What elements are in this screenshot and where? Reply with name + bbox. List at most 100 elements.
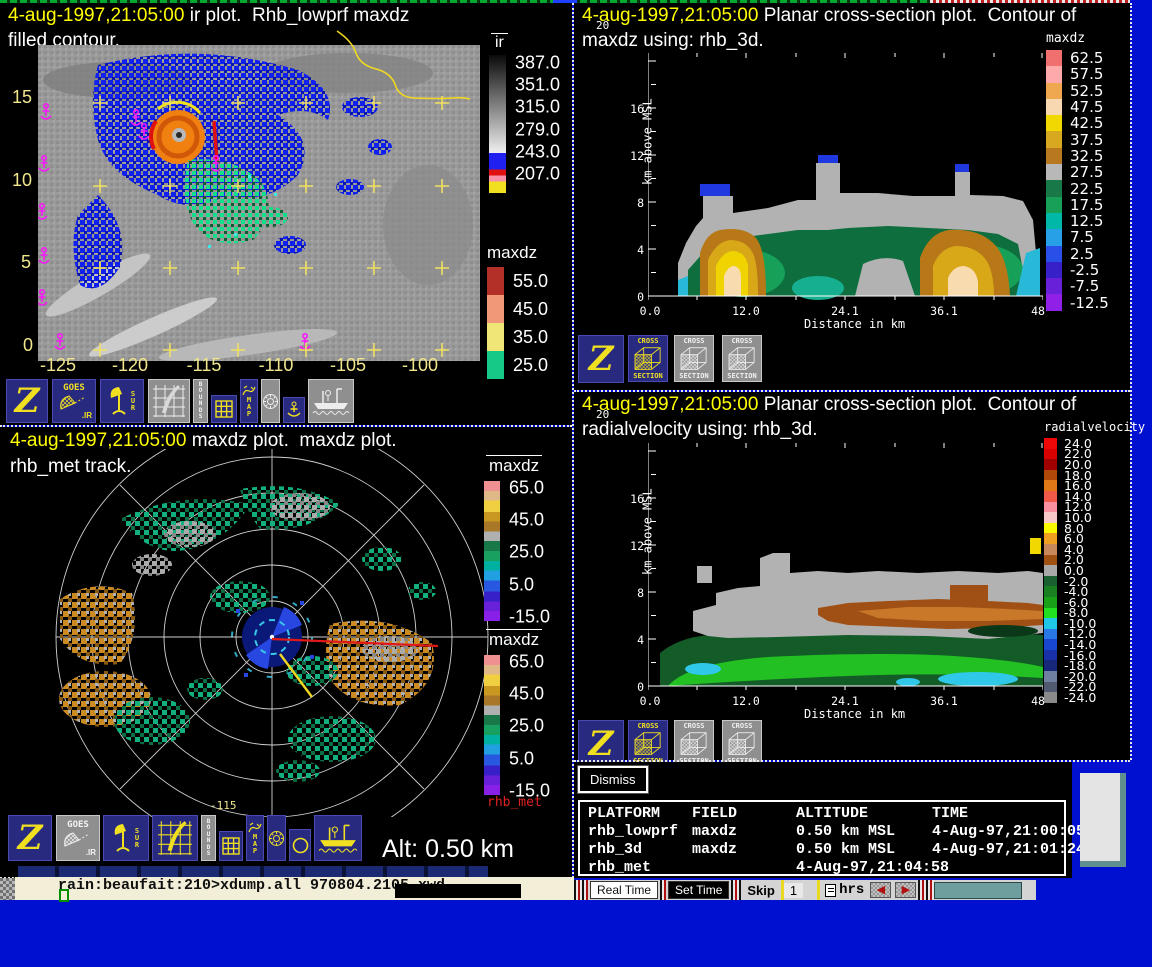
zebra-logo-button[interactable]: Z [6, 379, 48, 423]
colorbar-swatch [1044, 671, 1057, 682]
y-tick: 4 [637, 633, 644, 647]
colorbar-tick: 65.0 [509, 478, 544, 499]
radar-colorbar-1: maxdz 65.045.025.05.0-15.0 [484, 455, 570, 633]
colorbar-value: 35.0 [513, 327, 548, 348]
zebra-logo-button[interactable]: Z [578, 335, 624, 383]
colorbar-swatch [1046, 294, 1062, 310]
colorbar-row: 2.5 [1046, 246, 1109, 262]
status-area: Dismiss PLATFORM FIELD ALTITUDE TIME rhb… [574, 762, 1072, 878]
azimuth-wheel-button[interactable] [261, 379, 280, 423]
goes-ir-button[interactable]: GOES .IR [56, 815, 100, 861]
bounds-button[interactable]: B O U N D S [193, 379, 208, 423]
cube-icon [678, 346, 710, 372]
y-tick: 8 [637, 196, 644, 210]
panel-divider-horizontal-right [574, 390, 1130, 392]
wm-corner-grip[interactable] [0, 878, 15, 900]
colorbar-row: 45.0 [487, 295, 548, 323]
status-table: PLATFORM FIELD ALTITUDE TIME rhb_lowprf … [578, 800, 1066, 876]
colorbar-swatch [1044, 512, 1057, 523]
goes-ir-button[interactable]: GOES .IR [52, 379, 96, 423]
colorbar-row: 22.5 [1046, 180, 1109, 196]
cross-section-button[interactable]: CROSS SECTION [722, 335, 762, 382]
buoy-button[interactable] [283, 397, 305, 423]
y-top-tick: 20 [596, 19, 609, 32]
ir-x-tick: -115 [187, 355, 222, 376]
radar-grid-button[interactable] [148, 379, 190, 423]
colorbar-value: 7.5 [1070, 228, 1094, 246]
cross-section-radialvelocity-display[interactable] [648, 428, 1043, 690]
table-row: rhb_3d maxdz 0.50 km MSL 4-Aug-97,21:01:… [580, 841, 1064, 859]
dismiss-button[interactable]: Dismiss [578, 766, 648, 793]
colorbar-tick: -15.0 [509, 606, 550, 627]
colorbar-value: 62.5 [1070, 49, 1103, 67]
colorbar-row: 37.5 [1046, 131, 1109, 147]
cube-icon [632, 731, 664, 757]
step-forward-button[interactable]: ▶ [895, 882, 916, 898]
colorbar-row: 62.5 [1046, 50, 1109, 66]
radar-colorbar-2-ticks: 65.045.025.05.0-15.0 [509, 655, 569, 795]
grid-button[interactable] [219, 831, 243, 861]
colorbar-row: 12.5 [1046, 213, 1109, 229]
cube-icon [678, 731, 710, 757]
colorbar-swatch [1044, 544, 1057, 555]
cross-section-maxdz-display[interactable] [648, 38, 1043, 300]
satellite-ir-display[interactable] [38, 45, 480, 361]
cube-icon [726, 731, 758, 757]
cross-section-button[interactable]: CROSS SECTION [674, 335, 714, 382]
ship-button[interactable] [314, 815, 362, 861]
colorbar-row: 47.5 [1046, 99, 1109, 115]
colorbar-swatch [1044, 438, 1057, 449]
circle-button[interactable] [289, 829, 311, 861]
ir-y-tick: 15 [12, 87, 32, 108]
map-button[interactable]: M A P [246, 815, 264, 861]
cube-icon [726, 346, 758, 372]
ship-button[interactable] [308, 379, 354, 423]
map-icon [248, 822, 262, 834]
colorbar-tick: 5.0 [509, 748, 534, 769]
radar-dish-icon [113, 823, 135, 853]
bounds-button[interactable]: B O U N D S [201, 815, 216, 861]
skip-value-field[interactable]: 1 [784, 883, 803, 898]
map-button[interactable]: M A P [240, 379, 258, 423]
ship-icon [317, 821, 359, 855]
colorbar-value: 2.5 [1070, 245, 1094, 263]
x-tick: 36.1 [930, 694, 958, 708]
ir-x-tick: -100 [402, 355, 438, 376]
colorbar-value: -7.5 [1070, 277, 1099, 295]
colorbar-swatch [1046, 148, 1062, 164]
colorbar-tick: 25.0 [509, 716, 544, 737]
colorbar-swatch [1044, 682, 1057, 693]
radar-grid-button[interactable] [152, 815, 198, 861]
grid-button[interactable] [211, 395, 237, 423]
buoy-icon [286, 401, 302, 419]
colorbar-swatch [1046, 180, 1062, 196]
ir-x-tick: -125 [40, 355, 76, 376]
popup-window[interactable] [1080, 773, 1126, 867]
satellite-dish-icon [59, 393, 89, 411]
divider-stripes [660, 880, 666, 900]
colorbar-swatch [1046, 229, 1062, 245]
cross-section-button-active[interactable]: CROSS SECTION [628, 335, 668, 382]
step-back-button[interactable]: ◀ [870, 882, 891, 898]
terminal-titlebar[interactable] [18, 866, 488, 877]
x-tick: 12.0 [732, 694, 760, 708]
skip-label: Skip [747, 883, 774, 898]
real-time-button[interactable]: Real Time [590, 881, 658, 899]
colorbar-swatch [487, 267, 504, 295]
azimuth-wheel-button[interactable] [267, 815, 286, 861]
divider-stripes [574, 880, 588, 900]
colorbar-swatch [1046, 246, 1062, 262]
surveillance-radar-button[interactable]: S U R [100, 379, 144, 423]
ir-y-tick: 10 [12, 170, 32, 191]
colorbar-row: 32.5 [1046, 148, 1109, 164]
ir-panel-title: 4-aug-1997,21:05:00 ir plot. Rhb_lowprf … [8, 5, 409, 27]
surveillance-radar-button[interactable]: S U R [103, 815, 149, 861]
zebra-logo-button[interactable]: Z [8, 815, 52, 861]
colorbar-swatch [1044, 459, 1057, 470]
colorbar-swatch [1044, 597, 1057, 608]
set-time-button[interactable]: Set Time [668, 881, 729, 899]
colorbar-tick: 207.0 [515, 163, 560, 184]
colorbar-row: 7.5 [1046, 229, 1109, 245]
colorbar-swatch [1046, 115, 1062, 131]
ship-icon [311, 385, 351, 417]
